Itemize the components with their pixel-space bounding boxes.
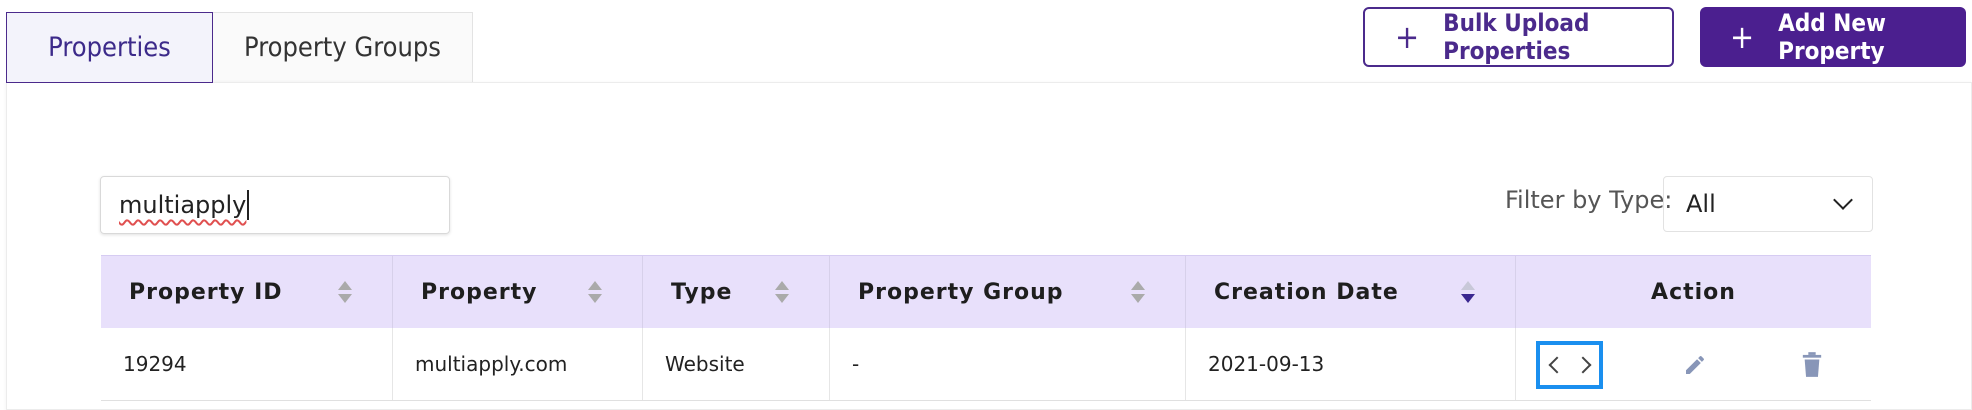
column-header-type[interactable]: Type — [643, 256, 830, 328]
filter-type-select[interactable]: All — [1663, 176, 1873, 232]
sort-desc-icon[interactable] — [1461, 281, 1475, 305]
tab-property-groups[interactable]: Property Groups — [213, 12, 473, 83]
trash-icon[interactable] — [1801, 351, 1823, 378]
cell-property: multiapply.com — [393, 328, 643, 400]
sort-icon[interactable] — [775, 281, 789, 305]
column-header-property-id[interactable]: Property ID — [101, 256, 393, 328]
chevron-left-icon — [1548, 356, 1565, 373]
text-caret — [247, 190, 250, 220]
search-input[interactable]: multiapply — [100, 176, 450, 234]
filter-type-label: Filter by Type: — [1505, 186, 1673, 214]
properties-table: Property ID Property Type Property Group… — [101, 255, 1871, 401]
column-header-label: Type — [671, 279, 733, 305]
cell-creation-date: 2021-09-13 — [1186, 328, 1516, 400]
chevron-right-icon — [1574, 356, 1591, 373]
table-header-row: Property ID Property Type Property Group… — [101, 255, 1871, 328]
sort-icon[interactable] — [1131, 281, 1145, 305]
pencil-icon[interactable] — [1683, 353, 1707, 377]
column-header-label: Property — [421, 279, 538, 305]
plus-icon: + — [1730, 18, 1755, 56]
cell-actions — [1516, 328, 1871, 400]
table-row: 19294 multiapply.com Website - 2021-09-1… — [101, 328, 1871, 401]
sort-icon[interactable] — [588, 281, 602, 305]
filter-type-value: All — [1686, 190, 1716, 218]
cell-property-id: 19294 — [101, 328, 393, 400]
search-value: multiapply — [119, 191, 247, 219]
column-header-action: Action — [1516, 256, 1871, 328]
bulk-upload-button[interactable]: + Bulk Upload Properties — [1363, 7, 1674, 67]
column-header-label: Action — [1651, 279, 1736, 305]
column-header-property[interactable]: Property — [393, 256, 643, 328]
tab-properties[interactable]: Properties — [6, 12, 213, 83]
cell-property-group: - — [830, 328, 1186, 400]
column-header-label: Property Group — [858, 279, 1064, 305]
add-new-property-label: Add New Property — [1778, 9, 1886, 65]
chevron-down-icon — [1833, 190, 1853, 210]
bulk-upload-label: Bulk Upload Properties — [1443, 9, 1590, 65]
column-header-creation-date[interactable]: Creation Date — [1186, 256, 1516, 328]
column-header-label: Creation Date — [1214, 279, 1399, 305]
column-header-property-group[interactable]: Property Group — [830, 256, 1186, 328]
tab-bar: Properties Property Groups — [6, 12, 473, 83]
cell-type: Website — [643, 328, 830, 400]
add-new-property-button[interactable]: + Add New Property — [1700, 7, 1966, 67]
code-view-button[interactable] — [1536, 340, 1603, 389]
sort-icon[interactable] — [338, 281, 352, 305]
plus-icon: + — [1395, 18, 1420, 56]
column-header-label: Property ID — [129, 279, 283, 305]
